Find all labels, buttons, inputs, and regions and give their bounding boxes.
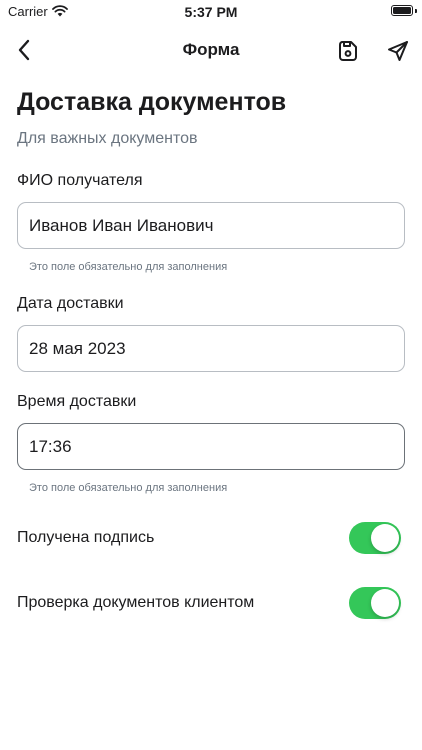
page-subtitle: Для важных документов: [17, 130, 198, 147]
delivery-time-input[interactable]: 17:36: [17, 423, 405, 470]
form-screen: Carrier 5:37 PM Форма Доставка документо…: [0, 0, 422, 750]
delivery-date-label: Дата доставки: [17, 295, 124, 312]
recipient-name-value: Иванов Иван Иванович: [29, 215, 214, 235]
signature-received-label: Получена подпись: [17, 529, 155, 546]
delivery-date-value: 28 мая 2023: [29, 338, 126, 358]
client-document-check-label: Проверка документов клиентом: [17, 594, 255, 611]
send-icon: [388, 41, 408, 61]
recipient-name-input[interactable]: Иванов Иван Иванович: [17, 202, 405, 249]
save-icon: [339, 41, 357, 61]
client-document-check-row: Проверка документов клиентом: [17, 587, 405, 621]
signature-received-row: Получена подпись: [17, 522, 405, 556]
page-title: Доставка документов: [17, 88, 287, 116]
client-document-check-toggle[interactable]: [349, 587, 401, 619]
toggle-knob: [371, 524, 399, 552]
toggle-knob: [371, 589, 399, 617]
status-bar: Carrier 5:37 PM: [0, 0, 422, 24]
status-time: 5:37 PM: [184, 4, 238, 20]
recipient-name-label: ФИО получателя: [17, 172, 143, 189]
delivery-time-hint: Это поле обязательно для заполнения: [29, 482, 228, 494]
page-header: Доставка документов Для важных документо…: [17, 86, 406, 149]
delivery-time-label: Время доставки: [17, 393, 137, 410]
delivery-time-value: 17:36: [29, 436, 72, 456]
recipient-name-hint: Это поле обязательно для заполнения: [29, 261, 228, 273]
signature-received-toggle[interactable]: [349, 522, 401, 554]
save-button[interactable]: [333, 36, 363, 66]
delivery-date-input[interactable]: 28 мая 2023: [17, 325, 405, 372]
battery-icon: [391, 5, 413, 16]
battery-cap: [415, 9, 417, 13]
navigation-bar: Форма: [0, 28, 422, 72]
send-button[interactable]: [383, 36, 413, 66]
